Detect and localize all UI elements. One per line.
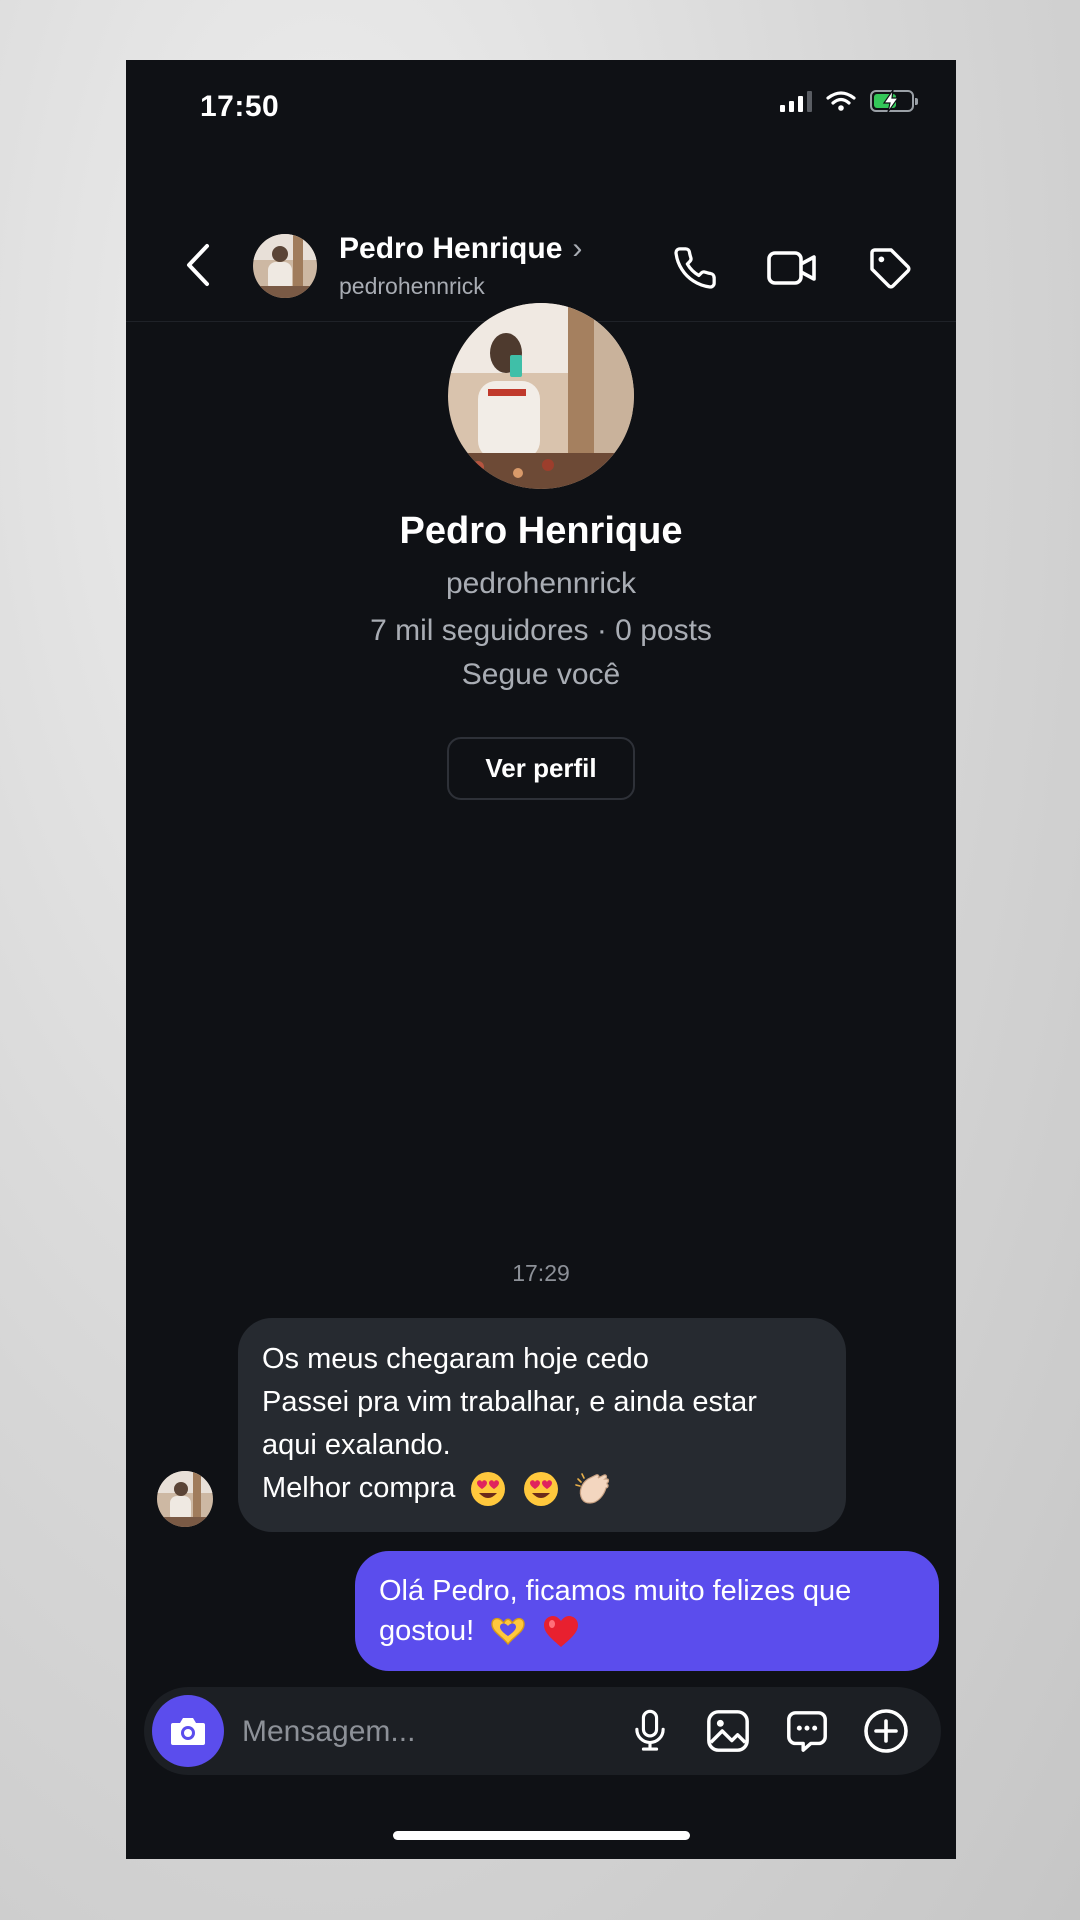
message-timestamp: 17:29	[512, 1260, 570, 1286]
profile-name: Pedro Henrique	[399, 510, 683, 552]
incoming-message-bubble[interactable]: Os meus chegaram hoje cedo Passei pra vi…	[238, 1318, 846, 1532]
profile-avatar[interactable]	[448, 303, 634, 489]
profile-handle: pedrohennrick	[445, 567, 637, 600]
profile-stats: 7 mil seguidores · 0 posts	[370, 614, 712, 647]
video-icon	[767, 251, 816, 285]
home-indicator[interactable]	[393, 1831, 690, 1840]
message-line: Melhor compra	[262, 1472, 456, 1504]
sticker-button[interactable]	[781, 1705, 833, 1757]
message-line: Os meus chegaram hoje cedo	[262, 1343, 649, 1375]
gallery-icon	[707, 1710, 749, 1752]
status-icons	[780, 89, 918, 113]
clapping-hands-emoji	[574, 1473, 609, 1504]
chat-header: Pedro Henrique › pedrohennrick	[126, 168, 956, 322]
chevron-right-icon: ›	[572, 232, 583, 265]
heart-hands-emoji	[491, 1618, 525, 1646]
header-avatar[interactable]	[253, 234, 317, 298]
battery-icon	[870, 89, 918, 113]
voice-message-button[interactable]	[624, 1705, 676, 1757]
message-line-with-emojis: Melhor compra	[262, 1467, 822, 1510]
message-input[interactable]	[240, 1701, 604, 1763]
phone-icon	[674, 247, 716, 289]
heart-eyes-emoji	[471, 1472, 506, 1507]
red-heart-emoji	[544, 1616, 579, 1648]
signal-icon	[780, 90, 812, 112]
message-line-with-emojis: gostou!	[379, 1611, 915, 1651]
header-handle: pedrohennrick	[339, 273, 485, 299]
header-name-text: Pedro Henrique	[339, 232, 563, 265]
plus-icon	[864, 1709, 908, 1753]
heart-eyes-emoji	[523, 1472, 558, 1507]
message-line: gostou!	[379, 1615, 475, 1647]
video-call-button[interactable]	[766, 242, 818, 294]
gallery-button[interactable]	[702, 1705, 754, 1757]
status-time: 17:50	[200, 90, 280, 123]
header-name[interactable]: Pedro Henrique ›	[339, 232, 582, 266]
more-options-button[interactable]	[860, 1705, 912, 1757]
outgoing-message-bubble[interactable]: Olá Pedro, ficamos muito felizes que gos…	[355, 1551, 939, 1671]
tag-button[interactable]	[864, 242, 916, 294]
camera-button[interactable]	[152, 1695, 224, 1767]
message-line: Olá Pedro, ficamos muito felizes que	[379, 1575, 852, 1607]
sender-avatar[interactable]	[157, 1471, 213, 1527]
view-profile-button[interactable]: Ver perfil	[447, 737, 635, 800]
message-line: aqui exalando.	[262, 1429, 451, 1461]
back-button[interactable]	[178, 240, 218, 290]
wifi-icon	[826, 91, 856, 111]
camera-icon	[171, 1718, 205, 1745]
voice-call-button[interactable]	[669, 242, 721, 294]
sticker-icon	[787, 1711, 827, 1752]
message-composer	[144, 1687, 941, 1775]
message-line: Passei pra vim trabalhar, e ainda estar	[262, 1386, 757, 1418]
phone-screen: 17:50 Pedro Henrique › pedrohennrick Ped…	[126, 60, 956, 1859]
microphone-icon	[635, 1709, 665, 1751]
follows-you-label: Segue você	[461, 658, 621, 691]
tag-icon	[870, 248, 911, 289]
back-icon	[187, 244, 209, 286]
